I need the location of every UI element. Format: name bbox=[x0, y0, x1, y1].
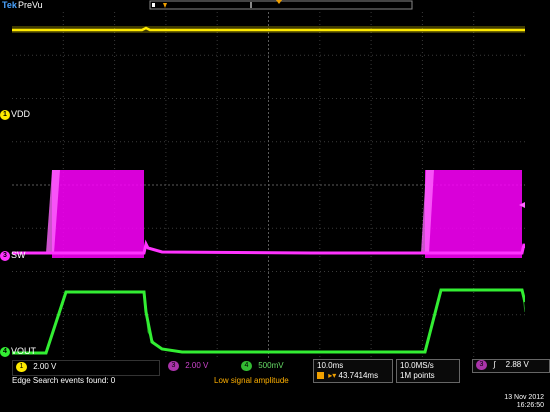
timestamp: 13 Nov 2012 16:26:50 bbox=[504, 394, 544, 410]
timebase-value: 10.0ms bbox=[317, 361, 344, 370]
timebase-box[interactable]: 10.0ms ▸▾ 43.7414ms bbox=[313, 359, 393, 383]
acquisition-box[interactable]: 10.0MS/s 1M points bbox=[396, 359, 460, 383]
record-view-indicator bbox=[149, 0, 413, 10]
oscilloscope-screen: Tek PreVu 1 VDD 3 SW 4 VOUT 1 2.00 V 3 2… bbox=[0, 0, 550, 412]
expansion-point-icon bbox=[276, 0, 282, 4]
sample-rate: 10.0MS/s bbox=[400, 361, 434, 370]
ch4-marker[interactable]: 4 bbox=[0, 347, 10, 357]
ch4-readout[interactable]: 4 500mV bbox=[238, 360, 314, 374]
date-value: 13 Nov 2012 bbox=[504, 394, 544, 401]
trigger-channel-pill: 3 bbox=[476, 360, 487, 370]
top-bar: Tek PreVu bbox=[0, 0, 550, 12]
delay-arrow-icon: ▸▾ bbox=[328, 371, 337, 380]
ch4-pill: 4 bbox=[241, 361, 252, 371]
ch3-readout[interactable]: 3 2.00 V bbox=[165, 360, 231, 374]
record-length: 1M points bbox=[400, 371, 435, 380]
search-status: Edge Search events found: 0 bbox=[12, 376, 116, 385]
ch1-readout[interactable]: 1 2.00 V bbox=[12, 360, 160, 376]
ch3-label: SW bbox=[11, 250, 26, 260]
waveform-display bbox=[12, 12, 527, 358]
ch3-scale: 2.00 V bbox=[185, 361, 209, 371]
readout-panel: 1 2.00 V 3 2.00 V 4 500mV 10.0ms ▸▾ 43.7… bbox=[0, 358, 550, 412]
trigger-level: 2.88 V bbox=[505, 360, 529, 370]
ch4-scale: 500mV bbox=[258, 361, 284, 371]
ch1-marker[interactable]: 1 bbox=[0, 110, 10, 120]
ch1-pill: 1 bbox=[16, 362, 27, 372]
time-value: 16:26:50 bbox=[516, 402, 544, 409]
rising-edge-icon: ∫ bbox=[493, 360, 496, 370]
trigger-box[interactable]: 3 ∫ 2.88 V bbox=[472, 359, 550, 373]
ch1-scale: 2.00 V bbox=[33, 362, 57, 372]
trigger-position-icon bbox=[163, 3, 167, 8]
ch4-label: VOUT bbox=[11, 346, 37, 356]
signal-warning: Low signal amplitude bbox=[214, 376, 289, 385]
waveform-graticule[interactable] bbox=[12, 12, 527, 358]
ch1-label: VDD bbox=[11, 109, 31, 119]
ch1-trace bbox=[12, 26, 525, 33]
ch3-marker[interactable]: 3 bbox=[0, 251, 10, 261]
delay-value: 43.7414ms bbox=[338, 371, 379, 380]
ch3-pill: 3 bbox=[168, 361, 179, 371]
delay-icon bbox=[317, 372, 324, 380]
